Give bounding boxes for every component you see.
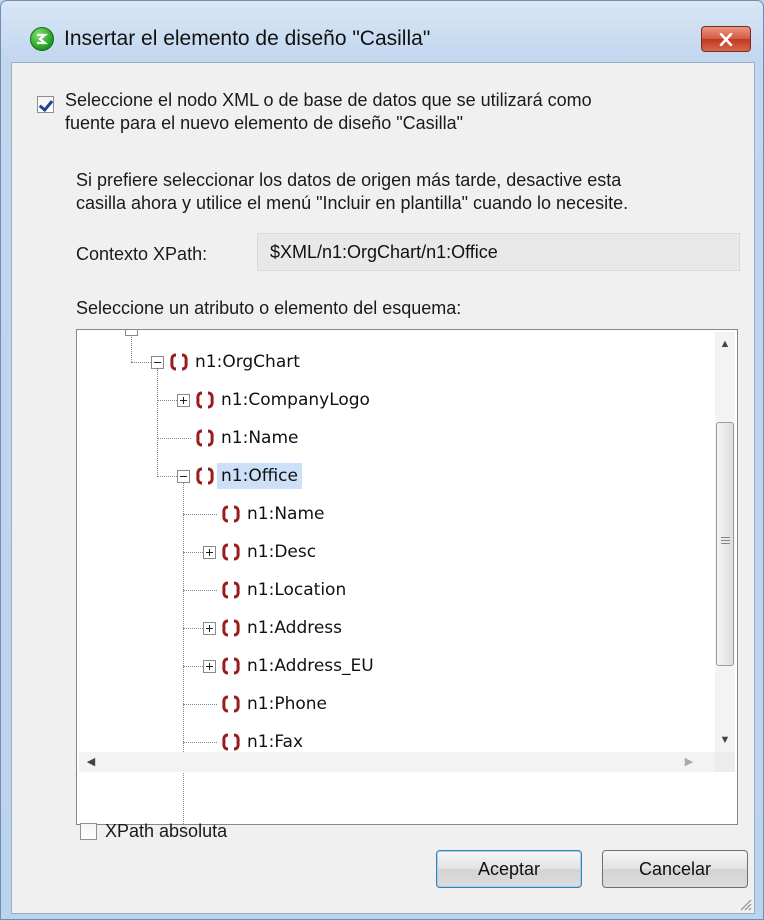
tree-line	[183, 514, 217, 515]
xml-element-icon	[196, 391, 214, 409]
xml-element-icon	[196, 429, 214, 447]
close-button[interactable]	[701, 26, 751, 52]
expand-icon[interactable]	[203, 622, 216, 635]
tree-node-orgchart[interactable]: n1:OrgChart	[193, 349, 302, 375]
tree-line	[183, 552, 203, 553]
source-checkbox-label-line2[interactable]: fuente para el nuevo elemento de diseño …	[65, 112, 463, 134]
scrollbar-corner	[715, 752, 735, 772]
tree-line	[157, 438, 191, 439]
collapse-icon[interactable]	[151, 356, 164, 369]
source-checkbox-label-line1[interactable]: Seleccione el nodo XML o de base de dato…	[65, 89, 592, 111]
schema-tree-label: Seleccione un atributo o elemento del es…	[76, 298, 462, 318]
hint-text-line2: casilla ahora y utilice el menú "Incluir…	[76, 193, 629, 213]
tree-node-address-eu[interactable]: n1:Address_EU	[245, 653, 376, 679]
scroll-up-arrow-icon[interactable]: ▲	[715, 334, 735, 354]
tree-node-desc[interactable]: n1:Desc	[245, 539, 318, 565]
tree-node-companylogo[interactable]: n1:CompanyLogo	[219, 387, 372, 413]
grip-icon	[721, 537, 730, 538]
tree-line	[157, 476, 177, 477]
schema-tree[interactable]: n1:OrgChart n1:CompanyLogo n1:Name n1:Of…	[76, 329, 738, 825]
xml-element-icon	[222, 581, 240, 599]
dialog-body: Seleccione el nodo XML o de base de dato…	[11, 62, 755, 914]
tree-node-location[interactable]: n1:Location	[245, 577, 348, 603]
xml-element-icon	[196, 467, 214, 485]
xml-element-icon	[170, 353, 188, 371]
title-bar[interactable]: Insertar el elemento de diseño "Casilla"	[1, 1, 763, 59]
xpath-context-field: $XML/n1:OrgChart/n1:Office	[257, 233, 740, 271]
xml-element-icon	[222, 733, 240, 751]
resize-grip-icon[interactable]	[738, 897, 752, 911]
tree-node-name[interactable]: n1:Name	[219, 425, 300, 451]
tree-line	[183, 704, 217, 705]
absolute-xpath-checkbox[interactable]	[80, 823, 97, 840]
tree-node-phone[interactable]: n1:Phone	[245, 691, 329, 717]
tree-node-address[interactable]: n1:Address	[245, 615, 344, 641]
hint-text-line1: Si prefiere seleccionar los datos de ori…	[76, 170, 622, 190]
scroll-left-arrow-icon[interactable]: ◀	[81, 752, 101, 772]
xml-element-icon	[222, 619, 240, 637]
xml-element-icon	[222, 543, 240, 561]
collapse-icon[interactable]	[177, 470, 190, 483]
tree-horizontal-scrollbar[interactable]: ◀ ▶	[79, 752, 715, 772]
source-node-checkbox[interactable]	[37, 96, 54, 113]
tree-line	[183, 590, 217, 591]
expand-icon[interactable]	[203, 660, 216, 673]
tree-line	[183, 628, 203, 629]
tree-line	[183, 666, 203, 667]
xml-element-icon	[222, 657, 240, 675]
xpath-context-label: Contexto XPath:	[76, 244, 208, 264]
expand-icon[interactable]	[203, 546, 216, 559]
tree-line	[183, 742, 217, 743]
expand-icon[interactable]	[177, 394, 190, 407]
cancel-button[interactable]: Cancelar	[602, 850, 748, 888]
collapse-icon[interactable]	[125, 330, 138, 336]
xml-element-icon	[222, 505, 240, 523]
ok-button[interactable]: Aceptar	[436, 850, 582, 888]
tree-node-office[interactable]: n1:Office	[217, 463, 302, 489]
tree-vertical-scrollbar[interactable]: ▲ ▼	[715, 332, 735, 752]
app-icon	[30, 27, 54, 51]
close-icon	[719, 33, 733, 46]
window-title: Insertar el elemento de diseño "Casilla"	[64, 27, 431, 50]
scroll-down-arrow-icon[interactable]: ▼	[715, 730, 735, 750]
scroll-right-arrow-icon[interactable]: ▶	[679, 752, 699, 772]
tree-line	[183, 483, 184, 824]
dialog-window: Insertar el elemento de diseño "Casilla"…	[0, 0, 764, 920]
xml-element-icon	[222, 695, 240, 713]
vertical-scroll-thumb[interactable]	[716, 422, 734, 666]
absolute-xpath-label[interactable]: XPath absoluta	[105, 820, 227, 842]
tree-line	[157, 369, 158, 477]
tree-line	[131, 362, 151, 363]
tree-line	[157, 400, 177, 401]
tree-node-office-name[interactable]: n1:Name	[245, 501, 326, 527]
